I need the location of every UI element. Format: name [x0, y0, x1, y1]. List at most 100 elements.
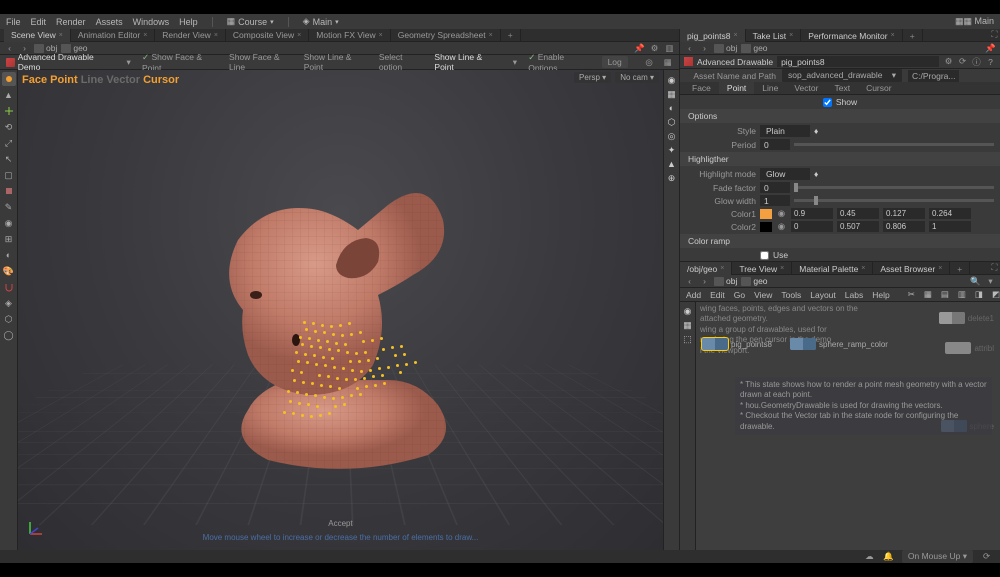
- gear-icon[interactable]: ⚙: [649, 43, 660, 54]
- log-button[interactable]: Log: [602, 56, 628, 68]
- period-field[interactable]: 0: [760, 139, 790, 150]
- menu-file[interactable]: File: [6, 17, 21, 27]
- back-icon-nn[interactable]: ‹: [684, 276, 695, 287]
- ptab-cursor[interactable]: Cursor: [858, 82, 900, 94]
- tab-render-view[interactable]: Render View×: [155, 29, 226, 42]
- disp-icon-4[interactable]: ⬡: [666, 116, 678, 128]
- tab-composite-view[interactable]: Composite View×: [226, 29, 309, 42]
- disp-icon-7[interactable]: ▲: [666, 158, 678, 170]
- c2-r[interactable]: 0: [791, 221, 833, 232]
- fwd-icon-nn[interactable]: ›: [699, 276, 710, 287]
- chevron-down-icon[interactable]: ▾: [123, 57, 134, 68]
- rpath-geo[interactable]: geo: [741, 43, 767, 53]
- persp-dropdown[interactable]: Persp ▾: [574, 72, 611, 83]
- node-name-input[interactable]: [777, 56, 939, 67]
- tab-take-list[interactable]: Take List×: [746, 29, 802, 42]
- tab-scene-view[interactable]: Scene View×: [4, 29, 71, 42]
- nn-tools[interactable]: Tools: [781, 290, 801, 300]
- c2-b[interactable]: 0.806: [883, 221, 925, 232]
- tool-misc3[interactable]: ◯: [2, 328, 16, 342]
- disp-icon-8[interactable]: ⊕: [666, 172, 678, 184]
- opt-select[interactable]: Select option: [379, 52, 427, 72]
- search-icon[interactable]: 🔍: [970, 276, 981, 287]
- tab-matpalette[interactable]: Material Palette×: [792, 262, 873, 275]
- ng-icon-1[interactable]: ◉: [684, 306, 692, 317]
- asset-path-field[interactable]: C:/Progra...: [908, 70, 959, 82]
- asset-name-dropdown[interactable]: sop_advanced_drawable▾: [782, 69, 902, 82]
- nn-go[interactable]: Go: [734, 290, 745, 300]
- tool-arrow[interactable]: ↖: [2, 152, 16, 166]
- ng-icon-2[interactable]: ▦: [683, 320, 692, 331]
- disp-icon-3[interactable]: ◐: [666, 102, 678, 114]
- back-icon-r[interactable]: ‹: [684, 43, 695, 54]
- period-slider[interactable]: [794, 143, 994, 146]
- refresh-icon[interactable]: ⟳: [957, 56, 968, 67]
- tool-box[interactable]: ▢: [2, 168, 16, 182]
- wire-icon[interactable]: ▦: [662, 57, 673, 68]
- tool-magnet[interactable]: [2, 280, 16, 294]
- tool-select[interactable]: ▲: [2, 88, 16, 102]
- ng-icon-3[interactable]: ⬚: [683, 334, 692, 345]
- chevron-down-icon[interactable]: ▾: [985, 276, 996, 287]
- take-dropdown[interactable]: ◈ Main ▾: [303, 16, 339, 27]
- gwidth-field[interactable]: 1: [760, 195, 790, 206]
- c1-g[interactable]: 0.45: [837, 208, 879, 219]
- menu-help[interactable]: Help: [179, 17, 198, 27]
- expand-icon[interactable]: ⛶: [989, 29, 1000, 40]
- pin-icon[interactable]: 📌: [634, 43, 645, 54]
- rpath-obj[interactable]: obj: [714, 43, 737, 53]
- expand-icon2[interactable]: ⛶: [989, 262, 1000, 273]
- c1-r[interactable]: 0.9: [791, 208, 833, 219]
- tool-misc1[interactable]: ◈: [2, 296, 16, 310]
- opt-show-face-line[interactable]: Show Face & Line: [229, 52, 296, 72]
- nn-labs[interactable]: Labs: [845, 290, 863, 300]
- ptab-text[interactable]: Text: [826, 82, 858, 94]
- color2-swatch[interactable]: [760, 222, 772, 232]
- fwd-icon-r[interactable]: ›: [699, 43, 710, 54]
- node-attrib[interactable]: attribl: [945, 342, 994, 354]
- tool-icon-2[interactable]: ▦: [924, 289, 932, 300]
- colorwheel-icon[interactable]: ◉: [776, 208, 787, 219]
- tab-perf-mon[interactable]: Performance Monitor×: [801, 29, 902, 42]
- style-dropdown[interactable]: Plain: [760, 125, 810, 137]
- opt-show-line-point2[interactable]: Show Line & Point: [434, 52, 501, 72]
- hmode-dropdown[interactable]: Glow: [760, 168, 810, 180]
- tool-paint[interactable]: 🎨: [2, 264, 16, 278]
- npath-obj[interactable]: obj: [714, 276, 737, 286]
- tab-objgeo[interactable]: /obj/geo×: [680, 262, 732, 275]
- tab-add-r2[interactable]: +: [950, 262, 970, 275]
- tool-scale[interactable]: ⤢: [2, 136, 16, 150]
- nn-add[interactable]: Add: [686, 290, 701, 300]
- ptab-point[interactable]: Point: [719, 82, 754, 94]
- split-icon[interactable]: ▥: [664, 43, 675, 54]
- tool-grid[interactable]: ⊞: [2, 232, 16, 246]
- nn-help[interactable]: Help: [872, 290, 889, 300]
- snap-icon[interactable]: ◎: [644, 57, 655, 68]
- tab-add[interactable]: +: [501, 29, 521, 42]
- menu-render[interactable]: Render: [56, 17, 86, 27]
- disp-icon-6[interactable]: ✦: [666, 144, 678, 156]
- tool-misc2[interactable]: ⬡: [2, 312, 16, 326]
- tool-light[interactable]: ◉: [2, 216, 16, 230]
- tool-move[interactable]: [2, 104, 16, 118]
- node-pig-points8[interactable]: pig_points8: [702, 338, 772, 350]
- tab-geo-spreadsheet[interactable]: Geometry Spreadsheet×: [391, 29, 501, 42]
- pin-icon-r[interactable]: 📌: [985, 43, 996, 54]
- help-icon[interactable]: ?: [985, 56, 996, 67]
- c2-a[interactable]: 1: [929, 221, 971, 232]
- 3d-viewport[interactable]: Face Point Line Vector Cursor Persp ▾ No…: [18, 70, 663, 550]
- menu-edit[interactable]: Edit: [31, 17, 47, 27]
- tool-pen[interactable]: [2, 184, 16, 198]
- menu-windows[interactable]: Windows: [133, 17, 170, 27]
- tool-icon-6[interactable]: ◩: [992, 289, 1000, 300]
- disp-icon-1[interactable]: ◉: [666, 74, 678, 86]
- opt-show-line-point[interactable]: Show Line & Point: [304, 52, 371, 72]
- color1-swatch[interactable]: [760, 209, 772, 219]
- bell-icon[interactable]: 🔔: [883, 551, 894, 562]
- show-checkbox[interactable]: [823, 98, 832, 107]
- tool-icon-5[interactable]: ◨: [975, 289, 983, 300]
- update-mode-dropdown[interactable]: On Mouse Up ▾: [902, 550, 973, 563]
- ptab-vector[interactable]: Vector: [786, 82, 826, 94]
- colorwheel-icon2[interactable]: ◉: [776, 221, 787, 232]
- c1-b[interactable]: 0.127: [883, 208, 925, 219]
